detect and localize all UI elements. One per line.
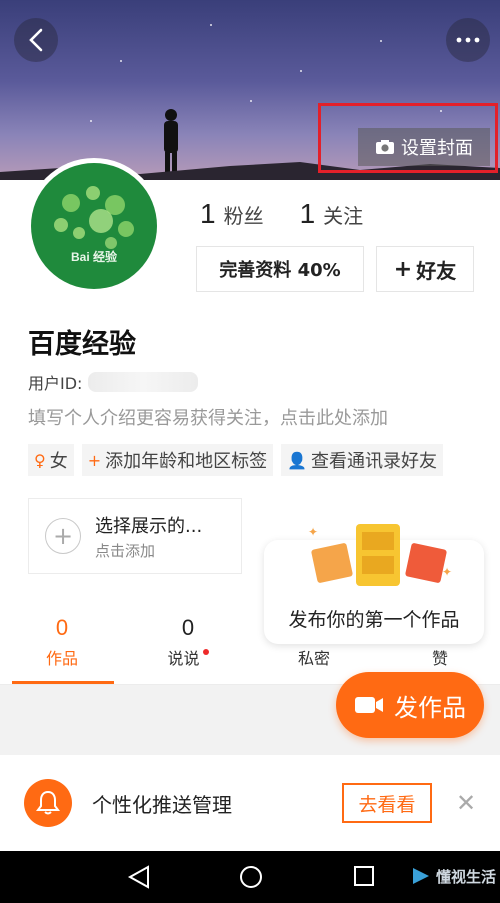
watermark-logo-icon xyxy=(412,868,429,884)
avatar[interactable]: Bai 经验 xyxy=(26,158,162,294)
publish-work-button[interactable]: 发作品 xyxy=(336,672,484,738)
tooltip-text: 发布你的第一个作品 xyxy=(288,609,460,631)
set-cover-label: 设置封面 xyxy=(401,138,473,159)
close-icon[interactable]: ✕ xyxy=(456,789,476,817)
star xyxy=(90,120,92,122)
system-nav-bar: 懂视生活 xyxy=(0,851,500,903)
tab-label: 说说 xyxy=(167,649,200,668)
first-work-tooltip[interactable]: ✦ ✦ 发布你的第一个作品 xyxy=(264,524,484,644)
tag-add-age-region[interactable]: + 添加年龄和地区标签 xyxy=(81,444,274,476)
stats-row: 1 粉丝 1 关注 xyxy=(200,198,363,230)
set-cover-button[interactable]: 设置封面 xyxy=(358,128,490,166)
push-settings-bar: 个性化推送管理 去看看 ✕ xyxy=(0,755,500,851)
nav-home-icon[interactable] xyxy=(238,864,264,890)
tag-label: 添加年龄和地区标签 xyxy=(105,451,268,472)
add-friend-button[interactable]: + 好友 xyxy=(376,246,474,292)
chevron-left-icon xyxy=(29,28,43,52)
star xyxy=(250,100,252,102)
tag-row: ♀ 女 + 添加年龄和地区标签 👤 查看通讯录好友 xyxy=(28,444,444,476)
intro-placeholder[interactable]: 填写个人介绍更容易获得关注，点击此处添加 xyxy=(28,404,388,430)
tab-posts[interactable]: 0 说说 xyxy=(138,615,238,669)
tab-count: 0 xyxy=(55,615,69,640)
fans-stat[interactable]: 1 粉丝 xyxy=(200,198,264,230)
more-dots-icon xyxy=(456,37,480,43)
avatar-image: Bai 经验 xyxy=(31,163,157,289)
contacts-icon: 👤 xyxy=(287,450,308,470)
push-title: 个性化推送管理 xyxy=(92,793,232,817)
nav-back-icon[interactable] xyxy=(126,864,152,890)
follow-count: 1 xyxy=(299,198,316,229)
svg-text:✦: ✦ xyxy=(442,565,452,579)
tab-label: 赞 xyxy=(431,649,448,668)
add-friend-label: 好友 xyxy=(416,258,457,283)
showcase-subtitle: 点击添加 xyxy=(95,541,156,560)
username: 百度经验 xyxy=(28,329,136,360)
tab-label: 私密 xyxy=(297,649,330,668)
fans-count: 1 xyxy=(200,198,216,229)
plus-icon: + xyxy=(87,450,102,470)
star xyxy=(120,60,122,62)
tab-works[interactable]: 0 作品 xyxy=(12,615,112,669)
go-see-button[interactable]: 去看看 xyxy=(342,783,432,823)
follow-label: 关注 xyxy=(323,204,364,228)
plus-icon: + xyxy=(393,256,413,282)
user-id-label: 用户ID: xyxy=(28,374,83,393)
publish-label: 发作品 xyxy=(394,693,466,722)
tab-label: 作品 xyxy=(45,649,78,668)
showcase-add-card[interactable]: + 选择展示的... 点击添加 xyxy=(28,498,242,574)
tab-count: 0 xyxy=(181,615,195,640)
star xyxy=(300,70,302,72)
user-id-row: 用户ID: xyxy=(28,370,199,394)
tab-label-wrap: 说说 xyxy=(138,645,238,669)
user-id-blurred xyxy=(88,372,199,392)
complete-profile-button[interactable]: 完善资料 40% xyxy=(196,246,364,292)
star xyxy=(210,24,212,26)
female-icon: ♀ xyxy=(34,450,46,470)
video-camera-icon xyxy=(355,697,383,713)
nav-recents-icon[interactable] xyxy=(352,864,376,888)
tag-contacts[interactable]: 👤 查看通讯录好友 xyxy=(281,444,444,476)
svg-text:✦: ✦ xyxy=(308,525,318,539)
add-circle-icon: + xyxy=(45,518,81,554)
showcase-title: 选择展示的... xyxy=(95,515,203,537)
unread-dot xyxy=(202,649,209,655)
tag-label: 女 xyxy=(49,451,68,472)
watermark: 懂视生活 xyxy=(410,865,496,887)
star xyxy=(440,110,442,112)
back-button[interactable] xyxy=(14,18,58,62)
fans-label: 粉丝 xyxy=(223,204,264,228)
bell-icon xyxy=(24,779,72,827)
tag-label: 查看通讯录好友 xyxy=(311,451,438,472)
avatar-pattern xyxy=(54,186,134,249)
camera-icon xyxy=(376,140,394,154)
follow-stat[interactable]: 1 关注 xyxy=(300,198,364,230)
film-illustration-icon: ✦ ✦ xyxy=(308,524,452,586)
star xyxy=(380,40,382,42)
more-button[interactable] xyxy=(446,18,490,62)
watermark-text: 懂视生活 xyxy=(435,867,496,886)
avatar-logo-text: Bai 经验 xyxy=(70,250,117,264)
tag-gender[interactable]: ♀ 女 xyxy=(28,444,74,476)
